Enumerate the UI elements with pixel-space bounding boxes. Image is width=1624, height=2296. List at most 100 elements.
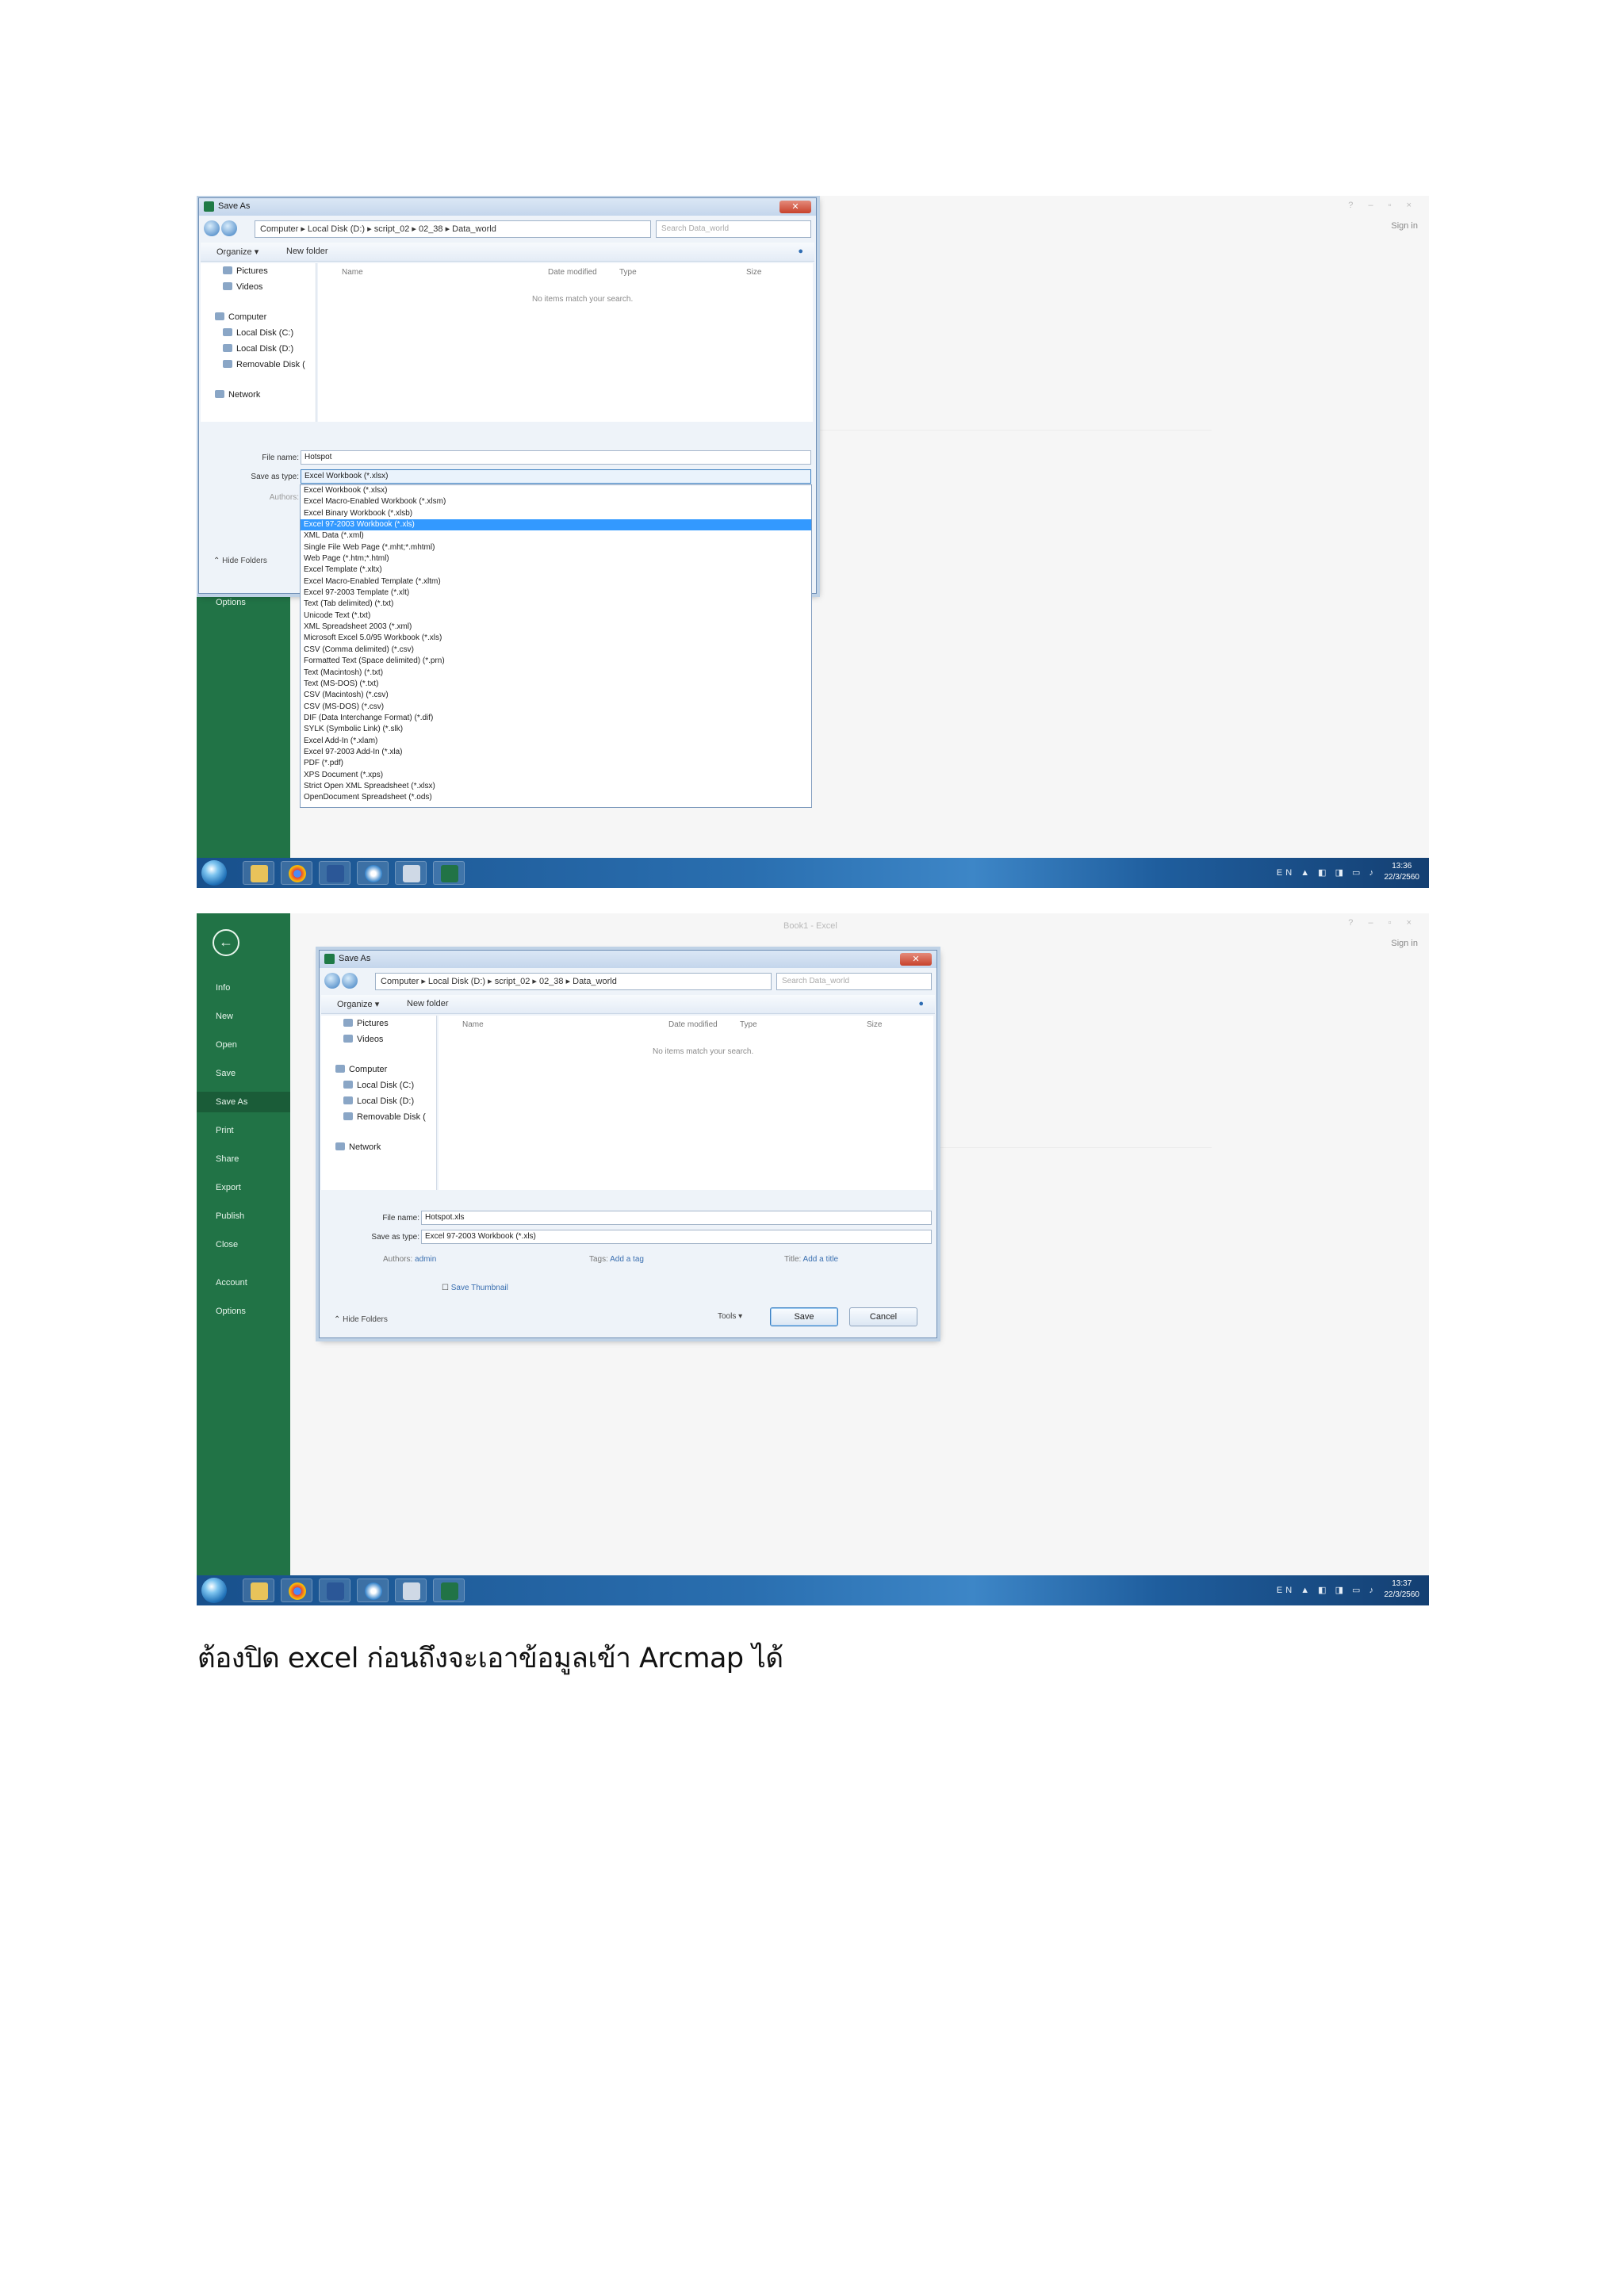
file-type-option[interactable]: CSV (MS-DOS) (*.csv): [301, 702, 811, 713]
nav-item-removable-disk[interactable]: Removable Disk (: [223, 360, 305, 369]
file-type-option[interactable]: CSV (Macintosh) (*.csv): [301, 690, 811, 701]
file-type-option[interactable]: Unicode Text (*.txt): [301, 610, 811, 622]
nav-item-videos[interactable]: Videos: [343, 1035, 383, 1044]
tools-menu[interactable]: Tools ▾: [718, 1312, 742, 1321]
file-name-input[interactable]: Hotspot.xls: [421, 1211, 932, 1225]
title-value[interactable]: Add a title: [803, 1255, 838, 1264]
nav-item-videos[interactable]: Videos: [223, 282, 262, 292]
backstage-item-save[interactable]: Save: [216, 1069, 236, 1078]
window-controls[interactable]: ? – ▫ ×: [1348, 918, 1418, 928]
column-type[interactable]: Type: [619, 268, 637, 277]
nav-item-network[interactable]: Network: [335, 1142, 381, 1152]
file-type-option[interactable]: Excel Binary Workbook (*.xlsb): [301, 508, 811, 519]
file-type-option[interactable]: Excel Macro-Enabled Template (*.xltm): [301, 576, 811, 587]
save-thumbnail-checkbox[interactable]: ☐ Save Thumbnail: [442, 1284, 508, 1292]
column-size[interactable]: Size: [746, 268, 761, 277]
taskbar-clock[interactable]: 13:36 22/3/2560: [1385, 861, 1420, 883]
file-type-option[interactable]: Microsoft Excel 5.0/95 Workbook (*.xls): [301, 633, 811, 644]
help-icon[interactable]: ●: [918, 999, 924, 1008]
nav-item-computer[interactable]: Computer: [335, 1065, 387, 1074]
backstage-item-save-as[interactable]: Save As: [216, 1097, 247, 1107]
file-type-option[interactable]: Formatted Text (Space delimited) (*.prn): [301, 656, 811, 667]
nav-item-local-disk-d[interactable]: Local Disk (D:): [343, 1096, 414, 1106]
nav-item-pictures[interactable]: Pictures: [223, 266, 268, 276]
address-bar[interactable]: Computer ▸ Local Disk (D:) ▸ script_02 ▸…: [375, 973, 772, 990]
file-type-option[interactable]: Excel Workbook (*.xlsx): [301, 485, 811, 496]
file-type-option[interactable]: Strict Open XML Spreadsheet (*.xlsx): [301, 781, 811, 792]
save-type-select[interactable]: Excel 97-2003 Workbook (*.xls): [421, 1230, 932, 1244]
start-button-icon[interactable]: [201, 860, 227, 886]
app-taskbar-icon[interactable]: [357, 1578, 389, 1602]
file-type-option[interactable]: PDF (*.pdf): [301, 758, 811, 769]
address-bar[interactable]: Computer ▸ Local Disk (D:) ▸ script_02 ▸…: [255, 220, 651, 238]
file-name-input[interactable]: Hotspot: [301, 450, 811, 465]
save-type-select[interactable]: Excel Workbook (*.xlsx): [301, 469, 811, 484]
excel-taskbar-icon[interactable]: [433, 861, 465, 885]
backstage-options[interactable]: Options: [216, 598, 246, 607]
explorer-taskbar-icon[interactable]: [243, 861, 274, 885]
backstage-item-options[interactable]: Options: [216, 1307, 246, 1316]
explorer-taskbar-icon[interactable]: [243, 1578, 274, 1602]
file-type-option[interactable]: XML Data (*.xml): [301, 530, 811, 541]
nav-item-computer[interactable]: Computer: [215, 312, 266, 322]
column-name[interactable]: Name: [462, 1020, 484, 1029]
organize-button[interactable]: Organize ▾: [337, 999, 379, 1009]
column-type[interactable]: Type: [740, 1020, 757, 1029]
search-input[interactable]: Search Data_world: [656, 220, 811, 238]
backstage-item-share[interactable]: Share: [216, 1154, 239, 1164]
file-type-option[interactable]: Text (MS-DOS) (*.txt): [301, 679, 811, 690]
back-arrow-icon[interactable]: ←: [213, 929, 239, 956]
backstage-item-publish[interactable]: Publish: [216, 1211, 244, 1221]
close-icon[interactable]: ✕: [900, 953, 932, 966]
word-taskbar-icon[interactable]: [319, 1578, 350, 1602]
forward-arrow-icon[interactable]: [221, 220, 237, 236]
column-size[interactable]: Size: [867, 1020, 882, 1029]
system-tray-icons[interactable]: EN ▲ ◧ ◨ ▭ ♪: [1277, 867, 1377, 878]
file-type-option[interactable]: Excel Add-In (*.xlam): [301, 736, 811, 747]
file-type-option[interactable]: Web Page (*.htm;*.html): [301, 553, 811, 564]
new-folder-button[interactable]: New folder: [286, 247, 328, 256]
window-controls[interactable]: ? – ▫ ×: [1348, 201, 1418, 210]
backstage-item-print[interactable]: Print: [216, 1126, 234, 1135]
start-button-icon[interactable]: [201, 1578, 227, 1603]
hide-folders-toggle[interactable]: ⌃ Hide Folders: [334, 1315, 388, 1324]
sign-in-link[interactable]: Sign in: [1391, 939, 1418, 948]
file-type-option[interactable]: Text (Macintosh) (*.txt): [301, 668, 811, 679]
excel-taskbar-icon[interactable]: [433, 1578, 465, 1602]
app-taskbar-icon[interactable]: [357, 861, 389, 885]
forward-arrow-icon[interactable]: [342, 973, 358, 989]
column-date-modified[interactable]: Date modified: [668, 1020, 718, 1029]
backstage-item-open[interactable]: Open: [216, 1040, 237, 1050]
file-type-option[interactable]: OpenDocument Spreadsheet (*.ods): [301, 792, 811, 803]
column-name[interactable]: Name: [342, 268, 363, 277]
close-icon[interactable]: ✕: [779, 201, 811, 213]
file-type-option[interactable]: Excel 97-2003 Template (*.xlt): [301, 587, 811, 599]
search-input[interactable]: Search Data_world: [776, 973, 932, 990]
system-tray-icons[interactable]: EN ▲ ◧ ◨ ▭ ♪: [1277, 1585, 1377, 1595]
help-icon[interactable]: ●: [798, 247, 803, 256]
nav-item-local-disk-c[interactable]: Local Disk (C:): [343, 1081, 414, 1090]
chrome-taskbar-icon[interactable]: [281, 1578, 312, 1602]
back-forward-buttons[interactable]: [204, 220, 239, 238]
backstage-item-new[interactable]: New: [216, 1012, 233, 1021]
back-arrow-icon[interactable]: [204, 220, 220, 236]
file-type-option[interactable]: XML Spreadsheet 2003 (*.xml): [301, 622, 811, 633]
media-taskbar-icon[interactable]: [395, 1578, 427, 1602]
hide-folders-toggle[interactable]: ⌃ Hide Folders: [213, 557, 267, 565]
backstage-item-export[interactable]: Export: [216, 1183, 241, 1192]
authors-value[interactable]: admin: [415, 1255, 436, 1264]
backstage-item-info[interactable]: Info: [216, 983, 230, 993]
backstage-item-close[interactable]: Close: [216, 1240, 238, 1249]
file-type-option[interactable]: Excel 97-2003 Add-In (*.xla): [301, 747, 811, 758]
file-type-option[interactable]: DIF (Data Interchange Format) (*.dif): [301, 713, 811, 724]
file-type-option[interactable]: Excel Template (*.xltx): [301, 564, 811, 576]
new-folder-button[interactable]: New folder: [407, 999, 449, 1008]
file-type-option[interactable]: Excel Macro-Enabled Workbook (*.xlsm): [301, 496, 811, 507]
file-type-option[interactable]: Excel 97-2003 Workbook (*.xls): [301, 519, 811, 531]
cancel-button[interactable]: Cancel: [849, 1307, 917, 1326]
column-date-modified[interactable]: Date modified: [548, 268, 597, 277]
save-button[interactable]: Save: [770, 1307, 838, 1326]
back-arrow-icon[interactable]: [324, 973, 340, 989]
chrome-taskbar-icon[interactable]: [281, 861, 312, 885]
file-type-option[interactable]: XPS Document (*.xps): [301, 770, 811, 781]
